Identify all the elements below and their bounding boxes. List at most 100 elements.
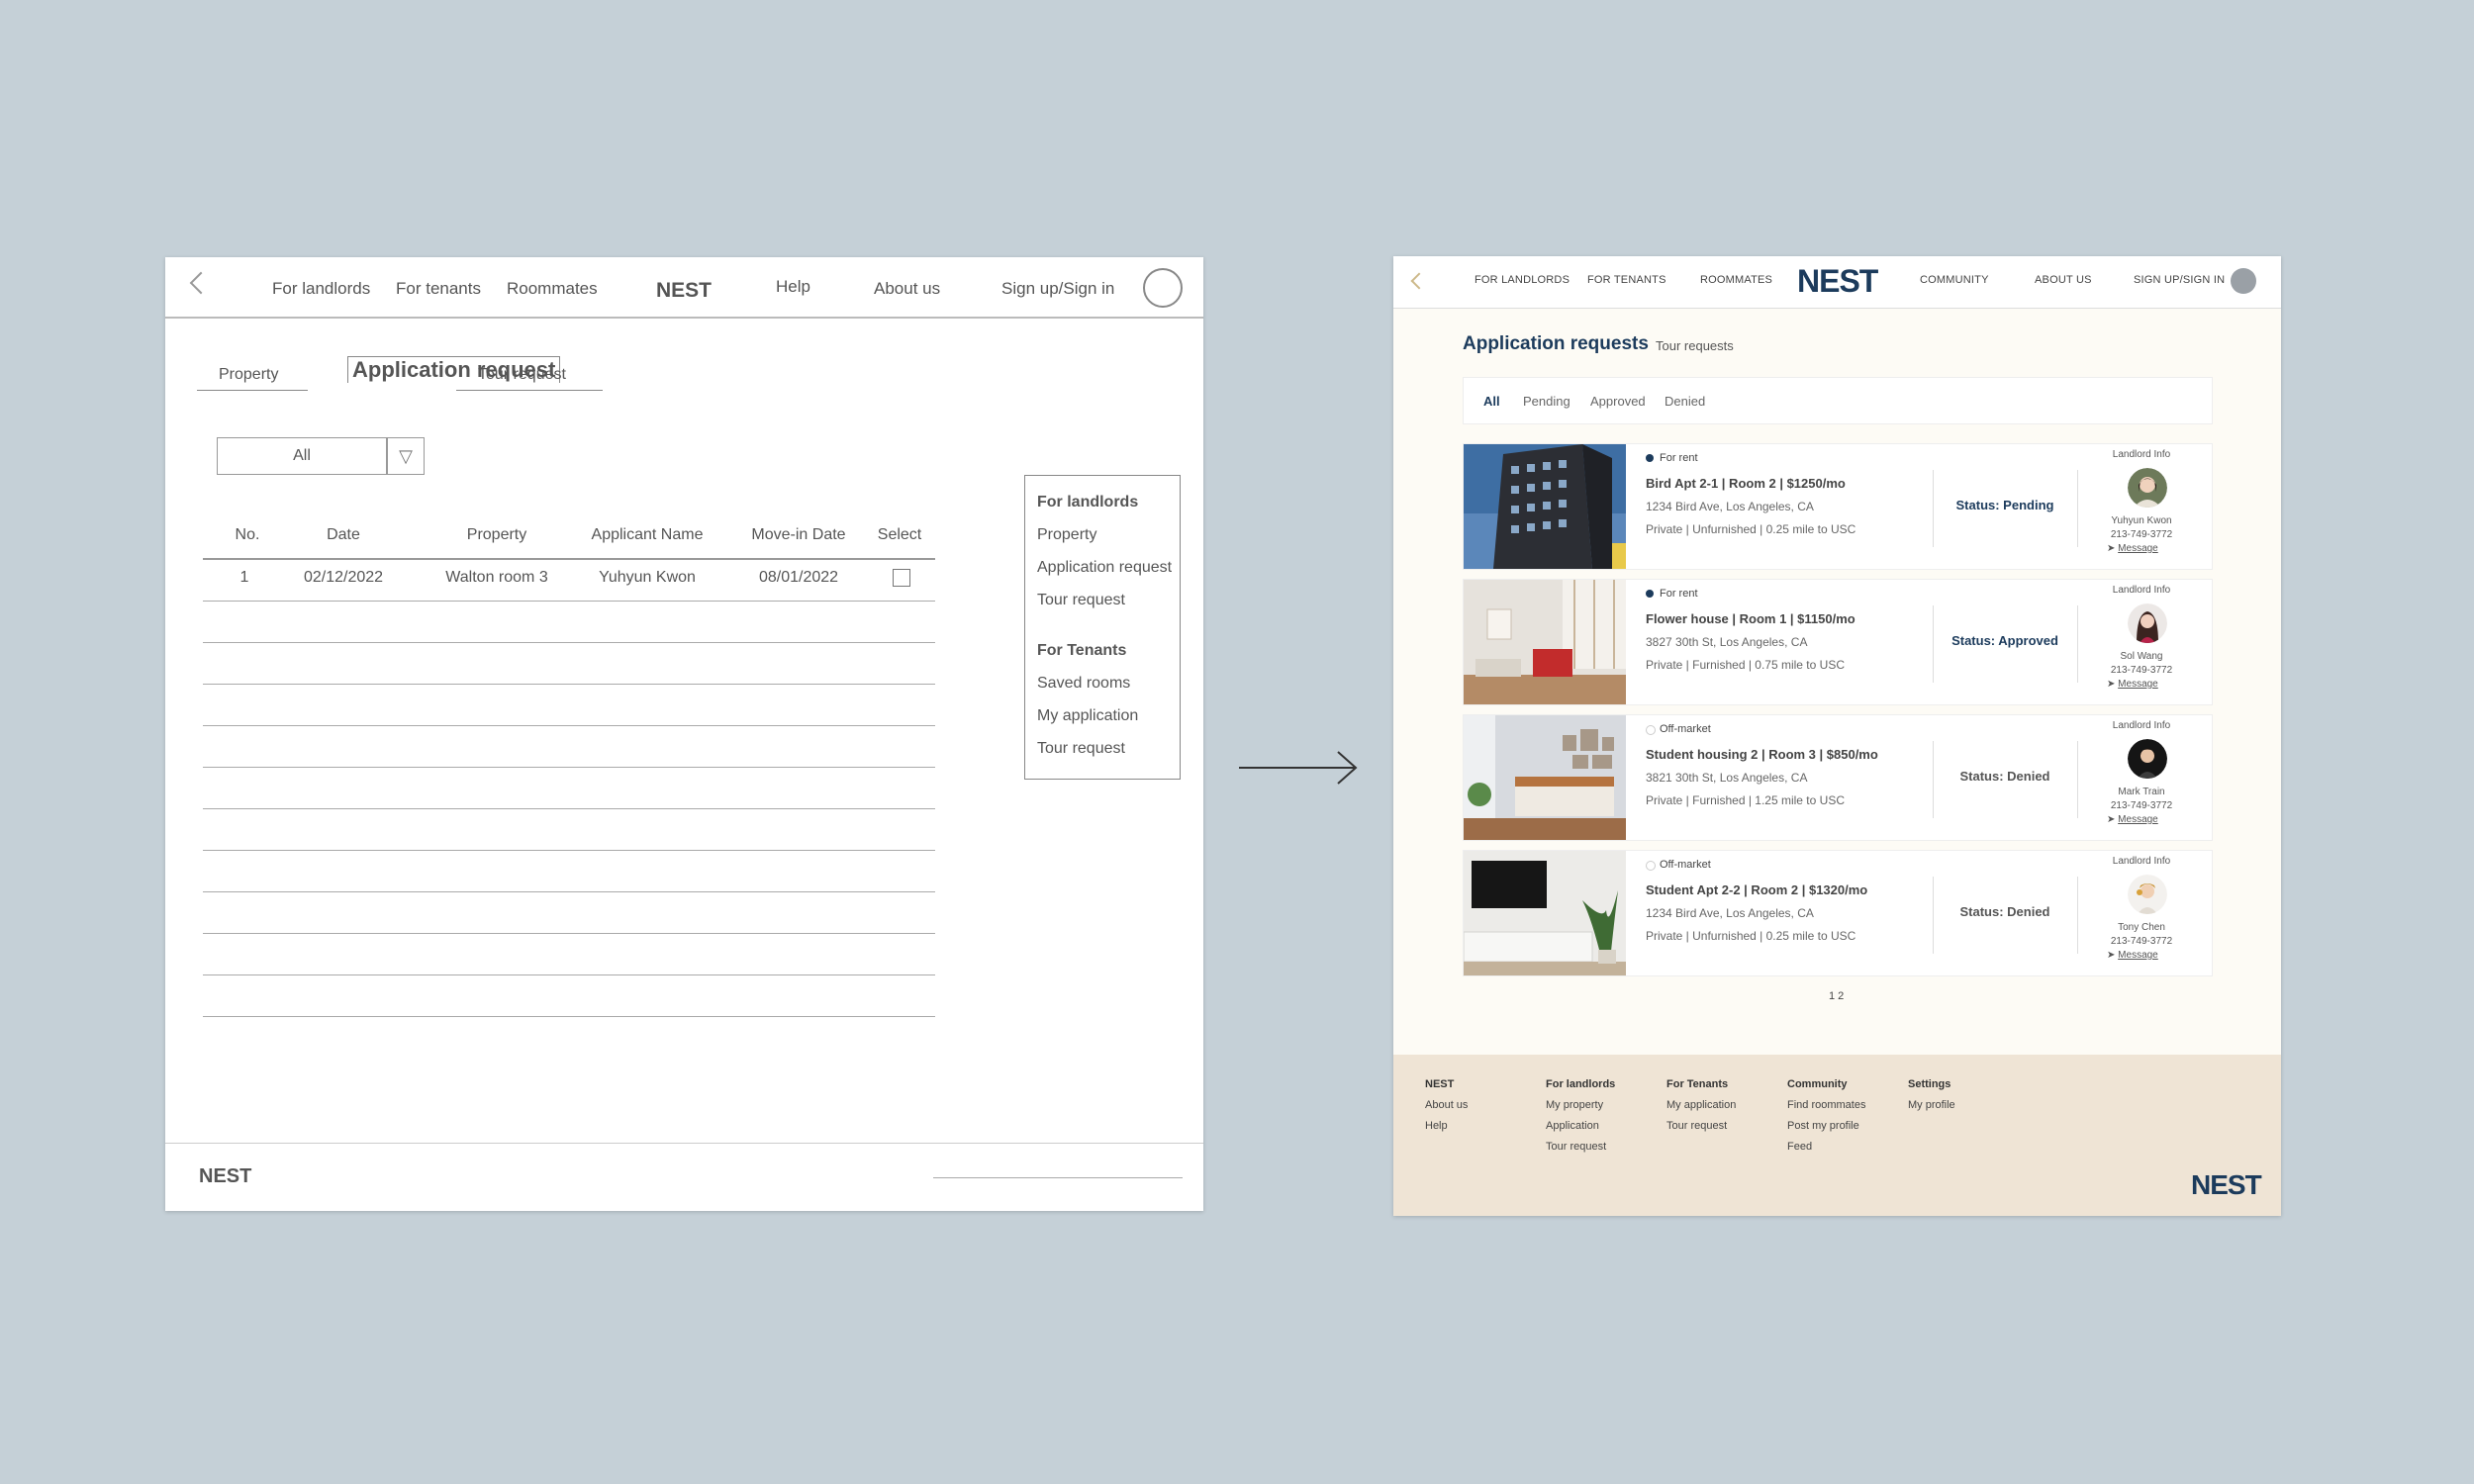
- market-status: Off-market: [1660, 859, 1711, 871]
- side-menu-item[interactable]: Property: [1037, 526, 1096, 544]
- listing-details: Private | Unfurnished | 0.25 mile to USC: [1646, 522, 1856, 536]
- status-badge: Status: Denied: [1959, 904, 2050, 919]
- footer-link[interactable]: Application: [1546, 1120, 1615, 1132]
- listing-title[interactable]: Flower house | Room 1 | $1150/mo: [1646, 611, 1856, 626]
- message-link[interactable]: ➤ Message: [2107, 950, 2186, 961]
- select-checkbox[interactable]: [893, 569, 910, 587]
- table-row-line: [203, 642, 935, 643]
- footer-link[interactable]: Find roommates: [1787, 1099, 1865, 1111]
- table-row-line: [203, 850, 935, 851]
- property-photo[interactable]: [1464, 580, 1626, 704]
- nav-roommates[interactable]: ROOMMATES: [1700, 274, 1772, 286]
- landlord-name: Yuhyun Kwon: [2111, 515, 2172, 526]
- footer-column-nest: NEST About us Help: [1425, 1078, 1468, 1141]
- nav-sign-in[interactable]: Sign up/Sign in: [1001, 279, 1114, 299]
- nav-about-us[interactable]: About us: [874, 279, 940, 299]
- property-photo[interactable]: [1464, 715, 1626, 840]
- nav-for-tenants[interactable]: FOR TENANTS: [1587, 274, 1666, 286]
- footer-link[interactable]: Tour request: [1666, 1120, 1736, 1132]
- footer-logo[interactable]: NEST: [2191, 1169, 2262, 1201]
- nav-for-landlords[interactable]: For landlords: [272, 279, 370, 299]
- property-photo[interactable]: [1464, 851, 1626, 975]
- filter-pending[interactable]: Pending: [1523, 394, 1570, 409]
- nav-logo[interactable]: NEST: [1797, 263, 1878, 300]
- nav-logo[interactable]: NEST: [656, 279, 712, 303]
- listing-title[interactable]: Student Apt 2-2 | Room 2 | $1320/mo: [1646, 882, 1867, 897]
- listing-details: Private | Unfurnished | 0.25 mile to USC: [1646, 929, 1856, 943]
- footer-column-landlords: For landlords My property Application To…: [1546, 1078, 1615, 1161]
- back-chevron-icon[interactable]: [189, 271, 213, 295]
- landlord-phone: 213-749-3772: [2110, 665, 2173, 676]
- application-card[interactable]: For rent Flower house | Room 1 | $1150/m…: [1463, 579, 2213, 705]
- status-filter-select[interactable]: All: [217, 437, 387, 475]
- footer-link[interactable]: Tour request: [1546, 1141, 1615, 1153]
- back-chevron-icon[interactable]: [1410, 272, 1428, 290]
- side-menu-heading-landlords: For landlords: [1037, 494, 1139, 510]
- landlord-avatar[interactable]: [2128, 875, 2167, 914]
- listing-title[interactable]: Student housing 2 | Room 3 | $850/mo: [1646, 747, 1878, 762]
- footer-link[interactable]: Feed: [1787, 1141, 1865, 1153]
- landlord-avatar[interactable]: [2128, 468, 2167, 508]
- nav-for-tenants[interactable]: For tenants: [396, 279, 481, 299]
- listing-title[interactable]: Bird Apt 2-1 | Room 2 | $1250/mo: [1646, 476, 1846, 491]
- nav-about-us[interactable]: ABOUT US: [2035, 274, 2092, 286]
- send-icon: ➤: [2107, 950, 2119, 961]
- tab-tour-request[interactable]: Tour request: [478, 366, 566, 384]
- footer-link[interactable]: About us: [1425, 1099, 1468, 1111]
- nav-community[interactable]: COMMUNITY: [1920, 274, 1989, 286]
- tab-property[interactable]: Property: [219, 366, 278, 384]
- footer-link[interactable]: Help: [1425, 1120, 1468, 1132]
- footer-link[interactable]: Post my profile: [1787, 1120, 1865, 1132]
- filter-denied[interactable]: Denied: [1665, 394, 1705, 409]
- property-photo[interactable]: [1464, 444, 1626, 569]
- application-card[interactable]: Off-market Student Apt 2-2 | Room 2 | $1…: [1463, 850, 2213, 976]
- application-card[interactable]: For rent Bird Apt 2-1 | Room 2 | $1250/m…: [1463, 443, 2213, 570]
- send-icon: ➤: [2107, 814, 2119, 825]
- cell-property: Walton room 3: [445, 569, 548, 586]
- filter-all[interactable]: All: [1483, 394, 1500, 409]
- footer-link[interactable]: My application: [1666, 1099, 1736, 1111]
- wireframe-navbar: For landlords For tenants Roommates NEST…: [165, 257, 1203, 319]
- pagination[interactable]: 1 2: [1829, 990, 1844, 1002]
- status-badge: Status: Denied: [1959, 769, 2050, 784]
- side-menu-item[interactable]: Tour request: [1037, 592, 1125, 609]
- landlord-info-label: Landlord Info: [2112, 449, 2171, 460]
- table-header-divider: [203, 558, 935, 560]
- market-status: For rent: [1660, 452, 1698, 464]
- filter-approved[interactable]: Approved: [1590, 394, 1646, 409]
- wireframe-panel: For landlords For tenants Roommates NEST…: [165, 257, 1203, 1211]
- nav-for-landlords[interactable]: FOR LANDLORDS: [1475, 274, 1570, 286]
- footer-heading: For Tenants: [1666, 1078, 1729, 1090]
- market-status-dot-icon: [1646, 590, 1654, 598]
- landlord-phone: 213-749-3772: [2110, 800, 2173, 811]
- status-badge: Status: Approved: [1951, 633, 2058, 648]
- landlord-name: Tony Chen: [2118, 922, 2165, 933]
- side-menu-item[interactable]: Application request: [1037, 559, 1172, 577]
- divider: [1933, 877, 1934, 954]
- landlord-avatar[interactable]: [2128, 739, 2167, 779]
- filter-dropdown-icon[interactable]: ▽: [387, 437, 425, 475]
- avatar[interactable]: [2231, 268, 2256, 294]
- send-icon: ➤: [2107, 543, 2119, 554]
- listing-details: Private | Furnished | 0.75 mile to USC: [1646, 658, 1845, 672]
- message-link[interactable]: ➤ Message: [2107, 679, 2186, 690]
- page-title[interactable]: Application requests: [1463, 333, 1649, 355]
- message-link[interactable]: ➤ Message: [2107, 543, 2186, 554]
- landlord-info-label: Landlord Info: [2112, 720, 2171, 731]
- market-status-dot-icon: [1646, 861, 1656, 871]
- side-menu-item[interactable]: My application: [1037, 707, 1138, 725]
- footer-link[interactable]: My profile: [1908, 1099, 1955, 1111]
- market-status-dot-icon: [1646, 725, 1656, 735]
- footer-link[interactable]: My property: [1546, 1099, 1615, 1111]
- application-card[interactable]: Off-market Student housing 2 | Room 3 | …: [1463, 714, 2213, 841]
- side-menu-item[interactable]: Saved rooms: [1037, 675, 1130, 693]
- nav-sign-in[interactable]: SIGN UP/SIGN IN: [2134, 274, 2225, 286]
- nav-help[interactable]: Help: [776, 277, 810, 297]
- tab-tour-requests[interactable]: Tour requests: [1656, 338, 1734, 353]
- footer-logo[interactable]: NEST: [199, 1165, 251, 1188]
- landlord-avatar[interactable]: [2128, 603, 2167, 643]
- nav-roommates[interactable]: Roommates: [507, 279, 598, 299]
- side-menu-item[interactable]: Tour request: [1037, 740, 1125, 758]
- message-link[interactable]: ➤ Message: [2107, 814, 2186, 825]
- avatar[interactable]: [1143, 268, 1183, 308]
